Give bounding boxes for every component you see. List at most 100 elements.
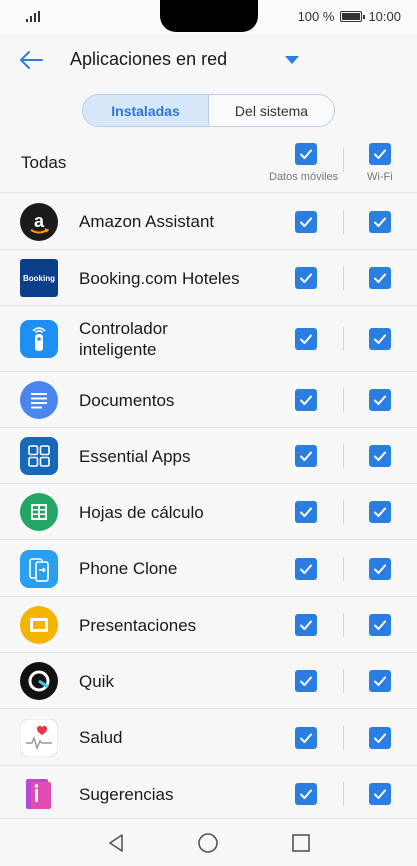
slides-icon: [20, 606, 58, 644]
mobile-data-checkbox[interactable]: [295, 783, 317, 805]
mobile-data-checkbox[interactable]: [295, 726, 317, 749]
mobile-data-checkbox[interactable]: [295, 557, 317, 580]
wifi-checkbox[interactable]: [369, 501, 391, 523]
check-icon: [300, 733, 312, 743]
app-row: a Amazon Assistant: [0, 193, 417, 250]
app-row: Quik: [0, 653, 417, 709]
tips-icon: [20, 775, 58, 813]
wifi-checkbox[interactable]: [369, 389, 391, 411]
status-bar: 100 % 10:00: [0, 0, 417, 34]
amazon-assistant-icon: a: [20, 202, 58, 241]
mobile-data-checkbox[interactable]: [295, 614, 317, 636]
all-mobile-data-checkbox[interactable]: [295, 143, 317, 165]
nav-recents-button[interactable]: [289, 831, 313, 855]
app-name: Hojas de cálculo: [79, 502, 204, 522]
wifi-checkbox[interactable]: [369, 210, 391, 233]
app-name: Phone Clone: [79, 559, 178, 578]
column-divider: [343, 444, 344, 468]
wifi-checkbox[interactable]: [369, 614, 391, 636]
svg-text:a: a: [34, 211, 45, 231]
essential-apps-icon: [20, 437, 58, 475]
all-wifi-checkbox[interactable]: [369, 143, 391, 165]
clock: 10:00: [368, 9, 401, 24]
signal-icon: [26, 11, 40, 22]
nav-home-button[interactable]: [196, 831, 220, 855]
system-nav-bar: [0, 818, 417, 866]
back-button[interactable]: [14, 44, 48, 76]
quik-icon: [20, 662, 58, 700]
mobile-data-checkbox[interactable]: [295, 389, 317, 411]
health-icon: [19, 718, 59, 757]
check-icon: [374, 620, 386, 630]
check-icon: [300, 564, 312, 574]
mobile-data-checkbox[interactable]: [295, 328, 317, 350]
app-row: Essential Apps: [0, 428, 417, 484]
nav-back-button[interactable]: [104, 831, 128, 855]
mobile-data-checkbox[interactable]: [295, 445, 317, 467]
page-title: Aplicaciones en red: [70, 49, 228, 69]
check-icon: [374, 733, 386, 743]
app-name: Controlador inteligente: [79, 319, 168, 359]
check-icon: [300, 334, 312, 344]
status-right: 100 % 10:00: [298, 9, 401, 24]
check-icon: [374, 273, 386, 283]
check-icon: [374, 334, 386, 344]
phone-clone-icon: [20, 549, 58, 588]
check-icon: [300, 507, 312, 517]
booking-icon: Booking: [20, 259, 58, 297]
check-icon: [374, 149, 386, 159]
wifi-checkbox[interactable]: [369, 670, 391, 692]
column-divider: [343, 782, 344, 806]
mobile-data-column-label: Datos móviles: [269, 171, 339, 183]
wifi-checkbox[interactable]: [369, 557, 391, 580]
check-icon: [374, 395, 386, 405]
tab-instaladas[interactable]: Instaladas: [83, 95, 209, 126]
booking-icon-text: Booking: [23, 274, 55, 283]
nav-recents-icon: [292, 834, 310, 852]
smart-remote-icon: [20, 320, 58, 358]
app-list: Todas Datos móviles Wi-Fi a Amazon Assist…: [0, 134, 417, 822]
mobile-data-checkbox[interactable]: [295, 501, 317, 523]
column-divider: [343, 500, 344, 524]
check-icon: [300, 217, 312, 227]
check-icon: [374, 789, 386, 799]
camera-notch: [160, 0, 258, 32]
wifi-checkbox[interactable]: [369, 445, 391, 467]
check-icon: [300, 620, 312, 630]
column-divider: [343, 388, 344, 412]
arrow-left-icon: [20, 51, 43, 69]
all-apps-row: Todas Datos móviles Wi-Fi: [0, 134, 417, 193]
nav-back-icon: [109, 834, 123, 852]
wifi-checkbox[interactable]: [369, 726, 391, 749]
app-name: Essential Apps: [79, 446, 191, 466]
battery-icon: [340, 11, 366, 22]
caret-down-icon: [285, 56, 299, 64]
app-name: Salud: [79, 728, 123, 747]
app-name: Amazon Assistant: [79, 212, 215, 231]
app-row: Presentaciones: [0, 597, 417, 653]
app-row: Phone Clone: [0, 540, 417, 597]
app-name: Quik: [79, 671, 114, 691]
tab-del-sistema[interactable]: Del sistema: [209, 95, 334, 126]
column-divider: [343, 613, 344, 637]
nav-home-icon: [198, 833, 218, 853]
app-name: Booking.com Hoteles: [79, 268, 240, 288]
app-bar: Aplicaciones en red: [0, 34, 417, 86]
app-name: Documentos: [79, 390, 175, 410]
wifi-checkbox[interactable]: [369, 783, 391, 805]
title-dropdown-button[interactable]: [280, 48, 304, 72]
app-name: Presentaciones: [79, 615, 197, 635]
check-icon: [374, 507, 386, 517]
check-icon: [374, 217, 386, 227]
mobile-data-checkbox[interactable]: [295, 210, 317, 233]
wifi-checkbox[interactable]: [369, 328, 391, 350]
app-row: Controlador inteligente: [0, 306, 417, 372]
docs-icon: [20, 381, 58, 419]
mobile-data-checkbox[interactable]: [295, 670, 317, 692]
mobile-data-checkbox[interactable]: [295, 267, 317, 289]
column-divider: [343, 148, 344, 172]
check-icon: [300, 395, 312, 405]
all-label: Todas: [21, 153, 67, 172]
check-icon: [300, 451, 312, 461]
wifi-checkbox[interactable]: [369, 267, 391, 289]
